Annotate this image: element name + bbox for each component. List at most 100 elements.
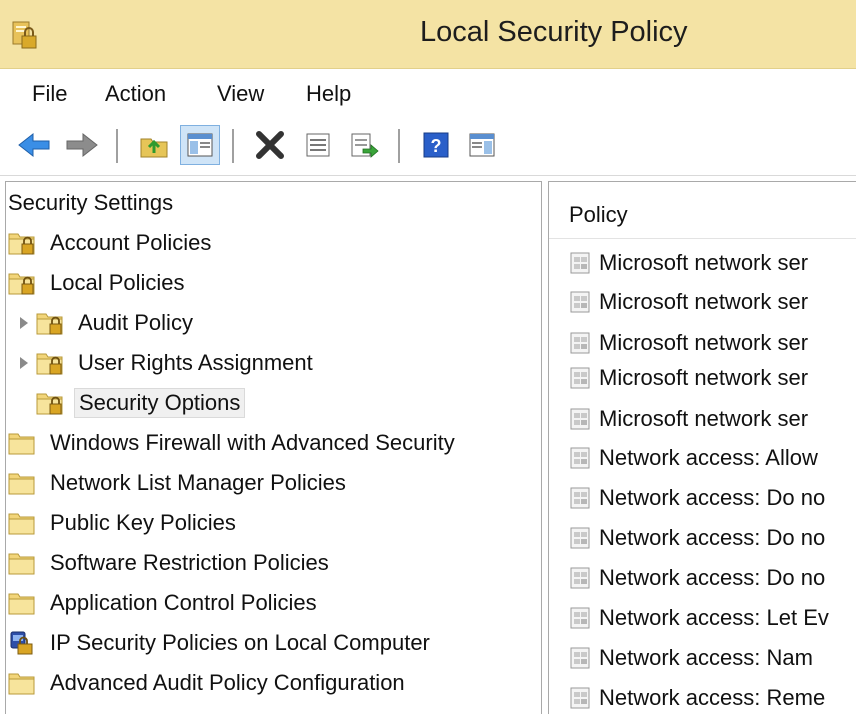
lock-folder-icon [36,313,63,335]
lock-folder-icon [8,273,35,295]
policy-row-label: Network access: Allow [599,445,818,470]
delete-icon[interactable] [250,125,290,165]
policy-row[interactable]: Microsoft network ser [569,285,808,319]
tree-item[interactable]: Audit Policy [20,304,197,342]
tree-item[interactable]: Account Policies [8,224,215,262]
policy-row[interactable]: Network access: Reme [569,681,825,714]
svg-text:?: ? [431,136,442,156]
policy-row[interactable]: Network access: Nam [569,641,813,675]
tree-item[interactable]: Application Control Policies [8,584,321,622]
policy-icon [570,527,590,549]
show-hide-tree-icon[interactable] [180,125,220,165]
lock-folder-icon [36,393,63,415]
back-icon[interactable] [14,125,54,165]
column-header-policy[interactable]: Policy [549,182,856,239]
up-folder-icon[interactable] [134,125,174,165]
policy-row[interactable]: Network access: Allow [569,441,818,475]
policy-icon [570,567,590,589]
policy-list-pane[interactable]: Policy Microsoft network ser Microsoft ne… [548,181,856,714]
policy-row[interactable]: Network access: Let Ev [569,601,829,635]
tree-item-label: Software Restriction Policies [50,550,329,575]
tree-item-label: IP Security Policies on Local Computer [50,630,430,655]
tree-item-label: Account Policies [50,230,212,255]
policy-row-label: Microsoft network ser [599,250,809,275]
folder-icon [8,513,35,535]
app-icon[interactable] [10,18,40,52]
policy-icon [570,447,590,469]
tree-item-label: Network List Manager Policies [50,470,346,495]
policy-row[interactable]: Microsoft network ser [569,246,808,280]
policy-row-label: Network access: Reme [599,685,826,710]
folder-icon [8,673,35,695]
policy-row-label: Network access: Let Ev [599,605,829,630]
tree-item-label: Advanced Audit Policy Configuration [50,670,405,695]
ipsec-icon [10,631,33,655]
toolbar: ? [0,117,856,176]
folder-icon [8,553,35,575]
expand-arrow-icon[interactable] [20,317,28,329]
policy-row-label: Network access: Nam [599,645,813,670]
lock-folder-icon [8,233,35,255]
menu-file[interactable]: File [28,79,71,109]
action-pane-icon[interactable] [462,125,502,165]
policy-row-label: Network access: Do no [599,525,826,550]
policy-row[interactable]: Network access: Do no [569,521,825,555]
tree-item[interactable]: Network List Manager Policies [8,464,350,502]
policy-row[interactable]: Network access: Do no [569,561,825,595]
policy-row[interactable]: Network access: Do no [569,481,825,515]
properties-icon[interactable] [298,125,338,165]
lock-folder-icon [36,353,63,375]
expand-arrow-icon[interactable] [20,357,28,369]
tree-item-label: Application Control Policies [50,590,317,615]
policy-row-label: Microsoft network ser [599,289,809,314]
toolbar-separator [398,129,400,163]
tree-item[interactable]: Advanced Audit Policy Configuration [8,664,409,702]
title-bar[interactable]: Local Security Policy [0,0,856,69]
help-icon[interactable]: ? [416,125,456,165]
policy-icon [570,408,590,430]
tree-item-label: Windows Firewall with Advanced Security [50,430,455,455]
policy-icon [570,647,590,669]
policy-row-label: Microsoft network ser [599,330,809,355]
tree-item-label: Security Options [74,388,246,418]
policy-icon [570,291,590,313]
tree-item[interactable]: Public Key Policies [8,504,240,542]
tree-item-label: Local Policies [50,270,185,295]
policy-icon [570,687,590,709]
policy-icon [570,487,590,509]
policy-icon [570,607,590,629]
tree-item[interactable]: User Rights Assignment [20,344,317,382]
tree-item[interactable]: Local Policies [8,264,189,302]
policy-row-label: Network access: Do no [599,485,826,510]
tree-item-label: Public Key Policies [50,510,236,535]
folder-icon [8,473,35,495]
forward-icon[interactable] [62,125,102,165]
policy-row[interactable]: Microsoft network ser [569,326,808,360]
menu-help[interactable]: Help [302,79,355,109]
policy-icon [570,332,590,354]
tree-item-label: User Rights Assignment [78,350,313,375]
policy-row[interactable]: Microsoft network ser [569,361,808,395]
toolbar-separator [116,129,118,163]
tree-item[interactable]: IP Security Policies on Local Computer [8,624,434,662]
tree-root-security-settings[interactable]: Security Settings [8,190,173,216]
policy-row-label: Microsoft network ser [599,365,809,390]
export-list-icon[interactable] [344,125,384,165]
tree-item[interactable]: Software Restriction Policies [8,544,333,582]
policy-row-label: Microsoft network ser [599,406,809,431]
tree-item-label: Audit Policy [78,310,193,335]
tree-item[interactable]: Windows Firewall with Advanced Security [8,424,459,462]
tree-item[interactable]: Security Options [20,384,246,422]
policy-icon [570,367,590,389]
policy-row[interactable]: Microsoft network ser [569,402,808,436]
tree-pane[interactable]: Security Settings Account Policies Local … [5,181,542,714]
toolbar-separator [232,129,234,163]
folder-icon [8,433,35,455]
column-header-label: Policy [569,202,628,227]
window-title: Local Security Policy [420,16,688,48]
policy-row-label: Network access: Do no [599,565,826,590]
menu-action[interactable]: Action [101,79,170,109]
policy-icon [570,252,590,274]
menu-view[interactable]: View [213,79,268,109]
menu-bar: File Action View Help [0,69,856,117]
